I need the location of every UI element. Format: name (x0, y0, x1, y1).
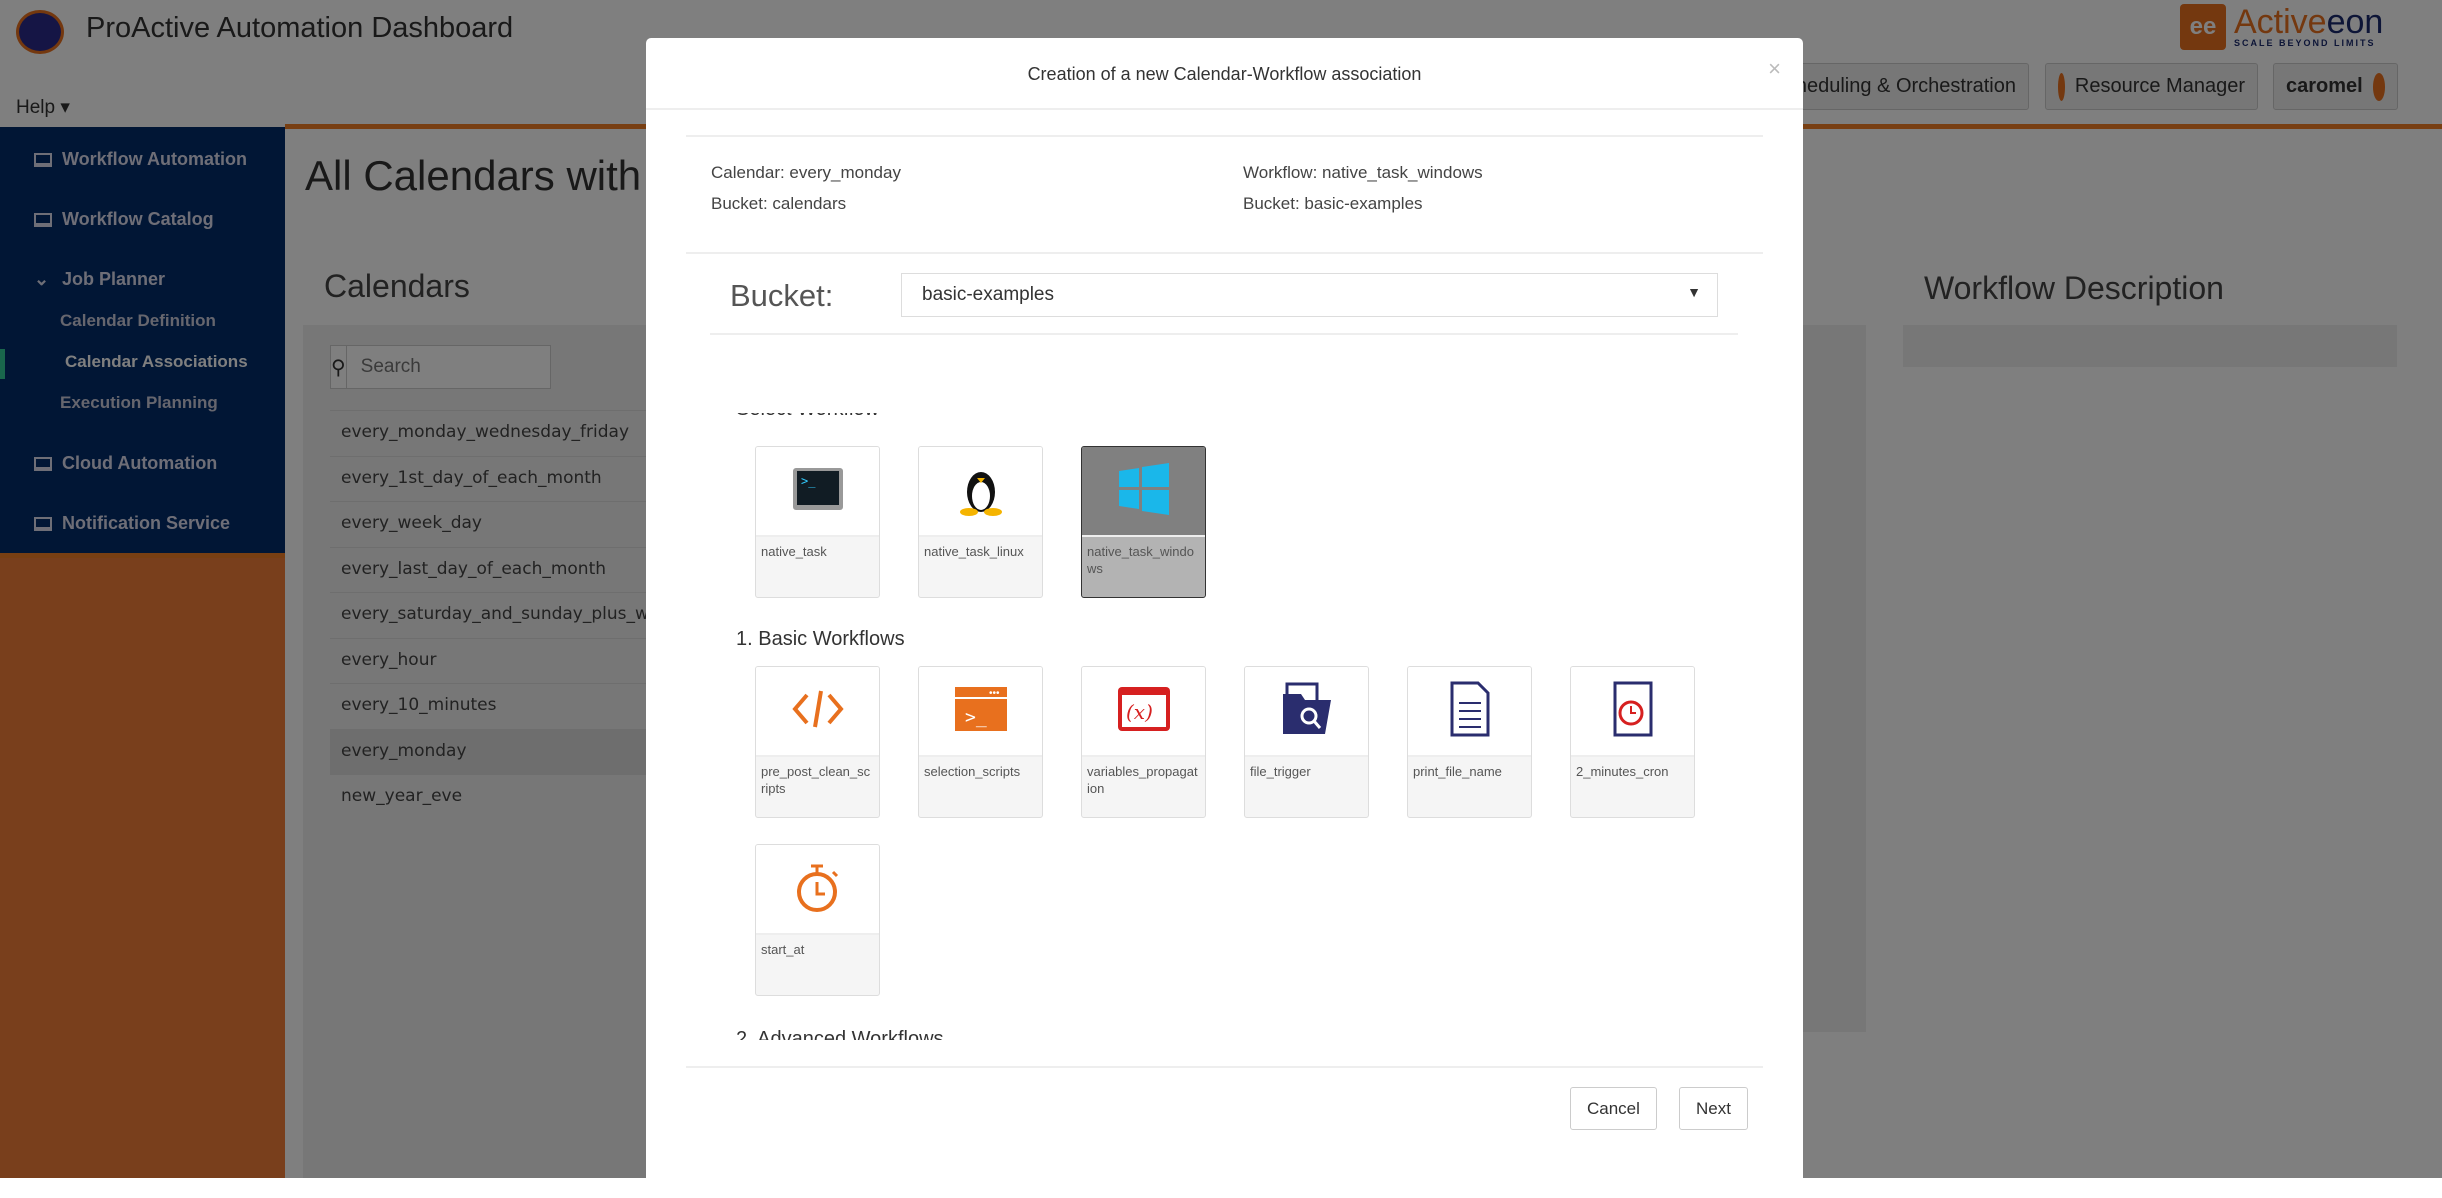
basic-workflows-heading: 1. Basic Workflows (736, 628, 905, 650)
cancel-button[interactable]: Cancel (1570, 1087, 1657, 1130)
svg-text:>_: >_ (801, 474, 816, 488)
workflow-card-label: selection_scripts (924, 764, 1021, 779)
workflow-card-icon-area (1571, 667, 1694, 757)
next-button[interactable]: Next (1679, 1087, 1748, 1130)
workflow-card-print_file_name[interactable]: print_file_name (1407, 666, 1532, 818)
workflow-card-icon-area: ••• >_ (919, 667, 1042, 757)
workflow-info: Workflow: native_task_windows (1243, 163, 1483, 182)
workflow-card-icon-area (1245, 667, 1368, 757)
bucket-select[interactable]: basic-examples ▼ (901, 273, 1718, 317)
association-modal: Creation of a new Calendar-Workflow asso… (646, 38, 1803, 1198)
windows-icon (1118, 462, 1169, 520)
workflow-card-pre_post_clean_scripts[interactable]: pre_post_clean_scripts (755, 666, 880, 818)
select-workflow-heading: Select Workflow (736, 413, 879, 421)
workflow-card-label: native_task_windows (1087, 544, 1194, 576)
divider (686, 252, 1763, 254)
close-icon[interactable]: × (1768, 56, 1781, 82)
svg-text:•••: ••• (989, 688, 1000, 699)
calendar-bucket-info: Bucket: calendars (711, 194, 847, 213)
bucket-label: Bucket: (730, 278, 834, 313)
workflow-card-icon-area: >_ (756, 447, 879, 537)
svg-text:(x): (x) (1126, 700, 1153, 724)
workflow-card-2_minutes_cron[interactable]: 2_minutes_cron (1570, 666, 1695, 818)
workflow-card-icon-area (756, 845, 879, 935)
workflow-card-label: native_task_linux (924, 544, 1024, 559)
workflow-card-icon-area (1082, 447, 1205, 537)
workflow-scroll-area[interactable]: Select Workflow 1. Basic Workflows 2. Ad… (646, 413, 1803, 1040)
workflow-card-native_task_linux[interactable]: native_task_linux (918, 446, 1043, 598)
linux-icon (959, 462, 1003, 521)
svg-text:>_: >_ (965, 707, 987, 728)
workflow-card-icon-area (919, 447, 1042, 537)
stopwatch-icon (795, 860, 841, 919)
document-icon (1450, 681, 1490, 742)
chevron-down-icon: ▼ (1687, 284, 1701, 300)
divider (686, 135, 1763, 137)
workflow-card-file_trigger[interactable]: file_trigger (1244, 666, 1369, 818)
folder-search-icon (1281, 682, 1333, 741)
workflow-card-label: 2_minutes_cron (1576, 764, 1669, 779)
workflow-card-native_task[interactable]: >_ native_task (755, 446, 880, 598)
workflow-card-icon-area: (x) (1082, 667, 1205, 757)
calendar-info: Calendar: every_monday (711, 163, 901, 182)
workflow-card-label: native_task (761, 544, 827, 559)
workflow-card-label: start_at (761, 942, 805, 957)
divider (646, 108, 1803, 110)
workflow-card-label: pre_post_clean_scripts (761, 764, 871, 796)
workflow-card-label: file_trigger (1250, 764, 1311, 779)
document-timer-icon (1613, 681, 1653, 742)
workflow-card-label: print_file_name (1413, 764, 1502, 779)
divider (686, 1066, 1763, 1068)
advanced-workflows-heading: 2. Advanced Workflows (736, 1028, 944, 1040)
console-window-icon: ••• >_ (954, 686, 1007, 736)
workflow-bucket-info: Bucket: basic-examples (1243, 194, 1423, 213)
workflow-card-icon-area (756, 667, 879, 757)
workflow-card-start_at[interactable]: start_at (755, 844, 880, 996)
code-icon (791, 687, 845, 736)
workflow-card-label: variables_propagation (1087, 764, 1198, 796)
modal-title: Creation of a new Calendar-Workflow asso… (1027, 64, 1422, 84)
terminal-icon: >_ (792, 467, 844, 516)
divider (710, 333, 1738, 335)
workflow-card-variables_propagation[interactable]: (x) variables_propagation (1081, 666, 1206, 818)
workflow-card-native_task_windows[interactable]: native_task_windows (1081, 446, 1206, 598)
workflow-card-selection_scripts[interactable]: ••• >_ selection_scripts (918, 666, 1043, 818)
bucket-value: basic-examples (922, 284, 1054, 305)
variable-icon: (x) (1117, 686, 1170, 736)
workflow-card-icon-area (1408, 667, 1531, 757)
